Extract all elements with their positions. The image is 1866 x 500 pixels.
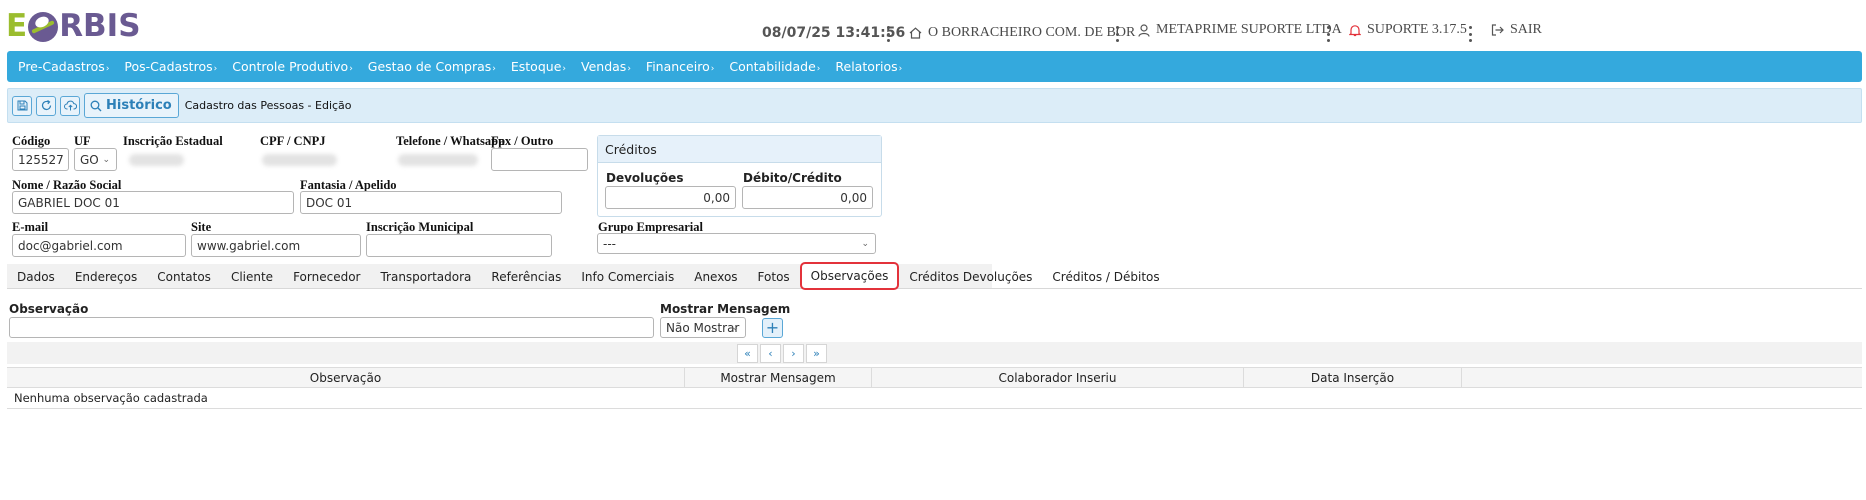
user-icon (1138, 23, 1150, 37)
col-observacao[interactable]: Observação (7, 368, 685, 387)
col-actions (1462, 368, 1862, 387)
kebab-menu-icon[interactable] (1115, 26, 1119, 42)
support-version[interactable]: SUPORTE 3.17.5 (1349, 19, 1467, 41)
ie-value-redacted (129, 154, 184, 166)
empty-table-message: Nenhuma observação cadastrada (7, 388, 1862, 409)
search-icon (90, 100, 102, 111)
menu-financeiro[interactable]: Financeiro› (646, 59, 714, 74)
first-page-button[interactable]: « (737, 344, 758, 363)
user-selector[interactable]: METAPRIME SUPORTE LTDA (1138, 19, 1342, 41)
site-label: Site (191, 220, 212, 234)
refresh-button[interactable] (36, 95, 56, 116)
telefone-value-redacted (398, 154, 478, 166)
mostrar-mensagem-select[interactable]: Não Mostrar ⌄ (660, 317, 746, 338)
cpf-cnpj-label: CPF / CNPJ (260, 134, 326, 148)
bell-icon (1349, 24, 1361, 36)
previous-page-button[interactable]: ‹ (760, 344, 781, 363)
menu-controle-produtivo[interactable]: Controle Produtivo› (232, 59, 353, 74)
tab-enderecos[interactable]: Endereços (65, 264, 147, 289)
menu-pre-cadastros[interactable]: Pre-Cadastros› (18, 59, 109, 74)
top-status-bar: 08/07/25 13:41:56 O BORRACHEIRO COM. DE … (0, 22, 1866, 44)
save-button[interactable] (12, 95, 32, 116)
codigo-field[interactable]: 125527 (12, 148, 69, 171)
nome-field[interactable]: GABRIEL DOC 01 (12, 191, 294, 214)
cpf-cnpj-value-redacted (262, 154, 337, 166)
uf-label: UF (74, 134, 91, 148)
page-toolbar: Histórico Cadastro das Pessoas - Edição (7, 88, 1862, 123)
observacao-label: Observação (9, 302, 89, 316)
tab-anexos[interactable]: Anexos (684, 264, 747, 289)
codigo-label: Código (12, 134, 51, 148)
main-menu-bar: Pre-Cadastros› Pos-Cadastros› Controle P… (7, 51, 1862, 82)
menu-gestao-de-compras[interactable]: Gestao de Compras› (368, 59, 496, 74)
refresh-icon (41, 100, 51, 111)
uf-select[interactable]: GO ⌄ (74, 148, 117, 171)
devolucoes-label: Devoluções (606, 171, 684, 185)
tab-info-comerciais[interactable]: Info Comerciais (571, 264, 684, 289)
tab-observacoes[interactable]: Observações (799, 262, 900, 290)
kebab-menu-icon[interactable] (1468, 26, 1472, 42)
fax-field[interactable] (491, 148, 588, 171)
fax-label: Fax / Outro (491, 134, 554, 148)
devolucoes-field[interactable]: 0,00 (605, 186, 736, 209)
observations-table: Observação Mostrar Mensagem Colaborador … (7, 367, 1862, 409)
next-page-button[interactable]: › (783, 344, 804, 363)
fantasia-field[interactable]: DOC 01 (300, 191, 562, 214)
add-observation-button[interactable]: + (762, 318, 783, 338)
logout-button[interactable]: SAIR (1491, 19, 1542, 41)
grupo-empresarial-select[interactable]: --- ⌄ (597, 233, 876, 254)
kebab-menu-icon[interactable] (1326, 26, 1330, 42)
credits-panel: Créditos Devoluções 0,00 Débito/Crédito … (597, 135, 882, 217)
ie-label: Inscrição Estadual (123, 134, 223, 148)
email-field[interactable]: doc@gabriel.com (12, 234, 186, 257)
upload-button[interactable] (60, 95, 80, 116)
company-selector[interactable]: O BORRACHEIRO COM. DE BOR (909, 22, 1135, 44)
last-page-button[interactable]: » (806, 344, 827, 363)
telefone-label: Telefone / Whatsapp (396, 134, 506, 148)
col-mostrar-mensagem[interactable]: Mostrar Mensagem (685, 368, 872, 387)
page-breadcrumb: Cadastro das Pessoas - Edição (184, 99, 352, 112)
history-button[interactable]: Histórico (84, 93, 179, 118)
email-label: E-mail (12, 220, 49, 234)
chevron-down-icon: ⌄ (861, 238, 869, 249)
menu-vendas[interactable]: Vendas› (581, 59, 631, 74)
tab-creditos-devolucoes[interactable]: Créditos Devoluções (899, 264, 1042, 289)
pager-strip (7, 342, 1862, 364)
im-label: Inscrição Municipal (366, 220, 474, 234)
chevron-down-icon: ⌄ (731, 322, 739, 333)
plus-icon: + (765, 318, 780, 337)
pagination: « ‹ › » (737, 344, 829, 363)
im-field[interactable] (366, 234, 552, 257)
col-colaborador-inseriu[interactable]: Colaborador Inseriu (872, 368, 1244, 387)
debito-credito-label: Débito/Crédito (743, 171, 842, 185)
tab-dados[interactable]: Dados (7, 264, 65, 289)
menu-estoque[interactable]: Estoque› (511, 59, 566, 74)
tab-contatos[interactable]: Contatos (147, 264, 221, 289)
menu-contabilidade[interactable]: Contabilidade› (729, 59, 820, 74)
menu-pos-cadastros[interactable]: Pos-Cadastros› (124, 59, 217, 74)
site-field[interactable]: www.gabriel.com (191, 234, 361, 257)
debito-credito-field[interactable]: 0,00 (742, 186, 873, 209)
logout-icon (1491, 24, 1504, 36)
home-icon (909, 27, 922, 39)
mostrar-mensagem-label: Mostrar Mensagem (660, 302, 791, 316)
tab-referencias[interactable]: Referências (481, 264, 571, 289)
kebab-menu-icon[interactable] (886, 26, 890, 42)
chevron-down-icon: ⌄ (102, 154, 110, 165)
menu-relatorios[interactable]: Relatorios› (835, 59, 902, 74)
tab-bar: Dados Endereços Contatos Cliente Fornece… (7, 262, 1862, 290)
tab-fotos[interactable]: Fotos (748, 264, 800, 289)
col-data-insercao[interactable]: Data Inserção (1244, 368, 1462, 387)
credits-title: Créditos (598, 136, 881, 163)
save-icon (17, 100, 27, 111)
tab-fornecedor[interactable]: Fornecedor (283, 264, 370, 289)
tab-cliente[interactable]: Cliente (221, 264, 283, 289)
tab-transportadora[interactable]: Transportadora (370, 264, 481, 289)
table-header: Observação Mostrar Mensagem Colaborador … (7, 367, 1862, 388)
tab-creditos-debitos[interactable]: Créditos / Débitos (1042, 264, 1169, 289)
observacao-input[interactable] (9, 317, 654, 338)
current-datetime: 08/07/25 13:41:56 (762, 25, 906, 41)
cloud-upload-icon (63, 100, 77, 111)
